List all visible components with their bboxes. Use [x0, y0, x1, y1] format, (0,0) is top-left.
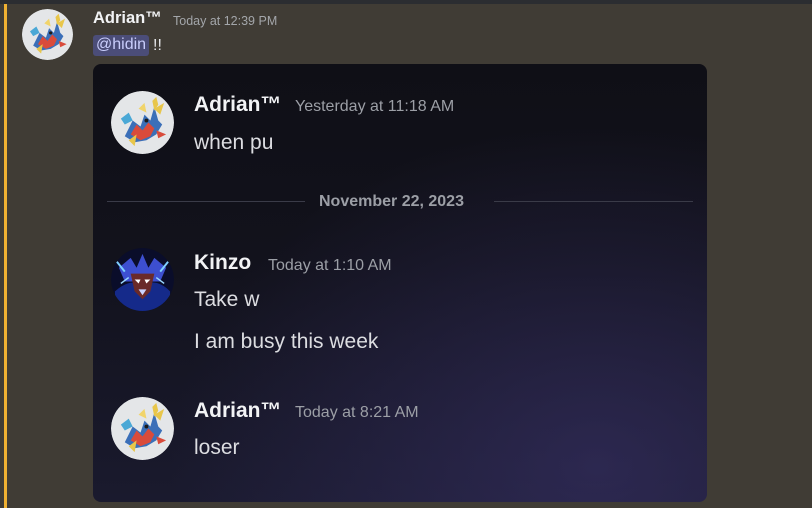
embed-message-line: when pu — [194, 131, 274, 154]
embed-timestamp: Today at 1:10 AM — [268, 257, 392, 274]
embed-timestamp: Today at 8:21 AM — [295, 404, 419, 421]
top-strip — [0, 0, 812, 4]
embed-message-line: loser — [194, 436, 240, 459]
embed-timestamp: Yesterday at 11:18 AM — [295, 98, 455, 115]
dragon-avatar-icon[interactable] — [22, 9, 73, 60]
author-name[interactable]: Adrian™ — [93, 9, 162, 28]
message-text: !! — [153, 36, 162, 54]
embed-message-line: I am busy this week — [194, 330, 379, 353]
user-mention[interactable]: @hidin — [93, 35, 150, 56]
mention-highlight-bar — [4, 4, 7, 508]
date-divider-line-right — [494, 201, 693, 202]
embed-author-name: Kinzo — [194, 251, 252, 274]
screenshot-embed[interactable]: Adrian™ Yesterday at 11:18 AM when pu No… — [93, 64, 707, 502]
embed-message-line: Take w — [194, 288, 260, 311]
embed-author-name: Adrian™ — [194, 93, 282, 116]
dragon-avatar-icon — [111, 91, 174, 154]
date-divider: November 22, 2023 — [319, 193, 464, 210]
blue-knight-avatar-icon — [111, 248, 174, 311]
message-content: @hidin !! — [93, 35, 162, 56]
message-timestamp[interactable]: Today at 12:39 PM — [173, 14, 277, 28]
date-divider-line-left — [107, 201, 305, 202]
embed-author-name: Adrian™ — [194, 399, 282, 422]
dragon-avatar-icon — [111, 397, 174, 460]
